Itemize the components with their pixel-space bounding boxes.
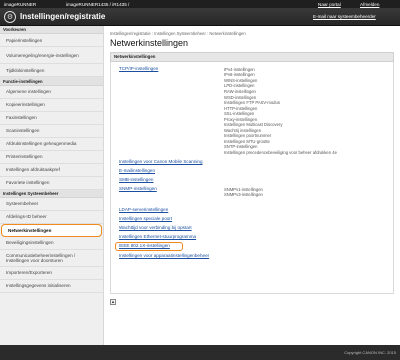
portal-link[interactable]: Naar portal [318,2,341,7]
brand-name: imageRUNNER [4,1,37,7]
ldap-settings-link[interactable]: LDAP-serverinstellingen [119,207,168,212]
section-header: Netwerkinstellingen [110,52,394,62]
startup-wait-link[interactable]: Wachttijd voor verbinding bij opstart [119,225,192,230]
footer: Copyright CANON INC. 2015 [0,345,400,360]
top-bar: imageRUNNER imageRUNNER1435 / iR1435 / N… [0,0,400,8]
email-settings-link[interactable]: E-mailinstellingen [119,168,155,173]
tcpip-sub-list: IPv4-instellingen IPv6-instellingen WINS… [224,67,337,156]
main-panel: Instellingen/registratie : Instellingen … [104,26,400,345]
sidebar-item-network[interactable]: Netwerkinstellingen [1,224,102,238]
page-title: Netwerkinstellingen [110,38,189,48]
ieee8021x-settings-link[interactable]: IEEE 802.1X-instellingen [119,243,170,248]
sidebar-item-memory-media[interactable]: Afdrukinstellingen geheugenmedia [0,138,103,151]
mobile-scanning-link[interactable]: Instellingen voor Canon Mobile Scanning [119,159,203,164]
ethernet-driver-link[interactable]: Instellingen Ethernet-stuurprogramma [119,234,196,239]
sidebar-heading-system: Instellingen Systeembeheer [0,189,103,199]
mail-admin-link[interactable]: E-mail naar systeembeheerder [313,14,376,19]
tcpip-sub-item: Instellingen precedencebeveiliging voor … [224,149,337,155]
device-name: imageRUNNER1435 / iR1435 / [66,1,130,7]
sidebar-item-timer[interactable]: Tijdklokinstellingen [0,64,103,78]
snmp-sub-list: SNMPv1-instellingen SNMPv3-instellingen [224,187,263,198]
special-port-link[interactable]: Instellingen speciale poort [119,216,172,221]
sidebar-heading-preferences: Voorkeuren [0,26,103,35]
sidebar-item-printer[interactable]: Printerinstellingen [0,151,103,164]
snmp-settings-link[interactable]: SNMP-instellingen [119,186,157,191]
smb-settings-link[interactable]: SMB-instellingen [119,177,153,182]
app-title: Instellingen/registratie [20,12,106,21]
sidebar-item-communication[interactable]: Communicatiebeheerinstellingen / Instell… [0,250,103,268]
sidebar-item-scan[interactable]: Scaninstellingen [0,125,103,138]
breadcrumb: Instellingen/registratie : Instellingen … [110,31,246,36]
sidebar-item-favorites[interactable]: Favoriete instellingen [0,177,103,190]
snmp-sub-item: SNMPv3-instellingen [224,192,263,198]
sidebar-item-initialize[interactable]: Instellingsgegevens initialiseren [0,280,103,294]
sidebar-item-fax[interactable]: Faxinstellingen [0,112,103,125]
sidebar: Voorkeuren Papierinstellingen Volumerege… [0,26,104,345]
settings-app-icon: ⚙ [4,11,16,23]
sidebar-item-department-id[interactable]: Afdelings-ID beheer [0,211,103,225]
sidebar-item-security[interactable]: Beveiligingsinstellingen [0,237,103,251]
tcpip-settings-link[interactable]: TCP/IP-instellingen [119,66,158,71]
scroll-top-button[interactable]: ▲ [110,299,116,305]
sidebar-item-paper[interactable]: Papierinstellingen [0,34,103,48]
settings-list: TCP/IP-instellingen IPv4-instellingen IP… [110,61,394,294]
sidebar-item-import-export[interactable]: Importeren/Exporteren [0,267,103,281]
sidebar-item-volume-energy[interactable]: Volumeregeling/energie-instellingen [0,47,103,65]
sidebar-item-common[interactable]: Algemene instellingen [0,86,103,99]
sidebar-item-print-job[interactable]: Instellingen afdruktaakpref [0,164,103,177]
sidebar-item-copy[interactable]: Kopieerinstellingen [0,99,103,112]
sidebar-item-system-management[interactable]: Systeembeheer [0,198,103,212]
device-management-link[interactable]: Instellingen voor apparaatinstellingenbe… [119,253,209,258]
copyright: Copyright CANON INC. 2015 [344,350,396,355]
logout-link[interactable]: Afmelden [360,2,379,7]
title-bar: ⚙ Instellingen/registratie E-mail naar s… [0,8,400,26]
sidebar-heading-functions: Functie-instellingen [0,77,103,86]
